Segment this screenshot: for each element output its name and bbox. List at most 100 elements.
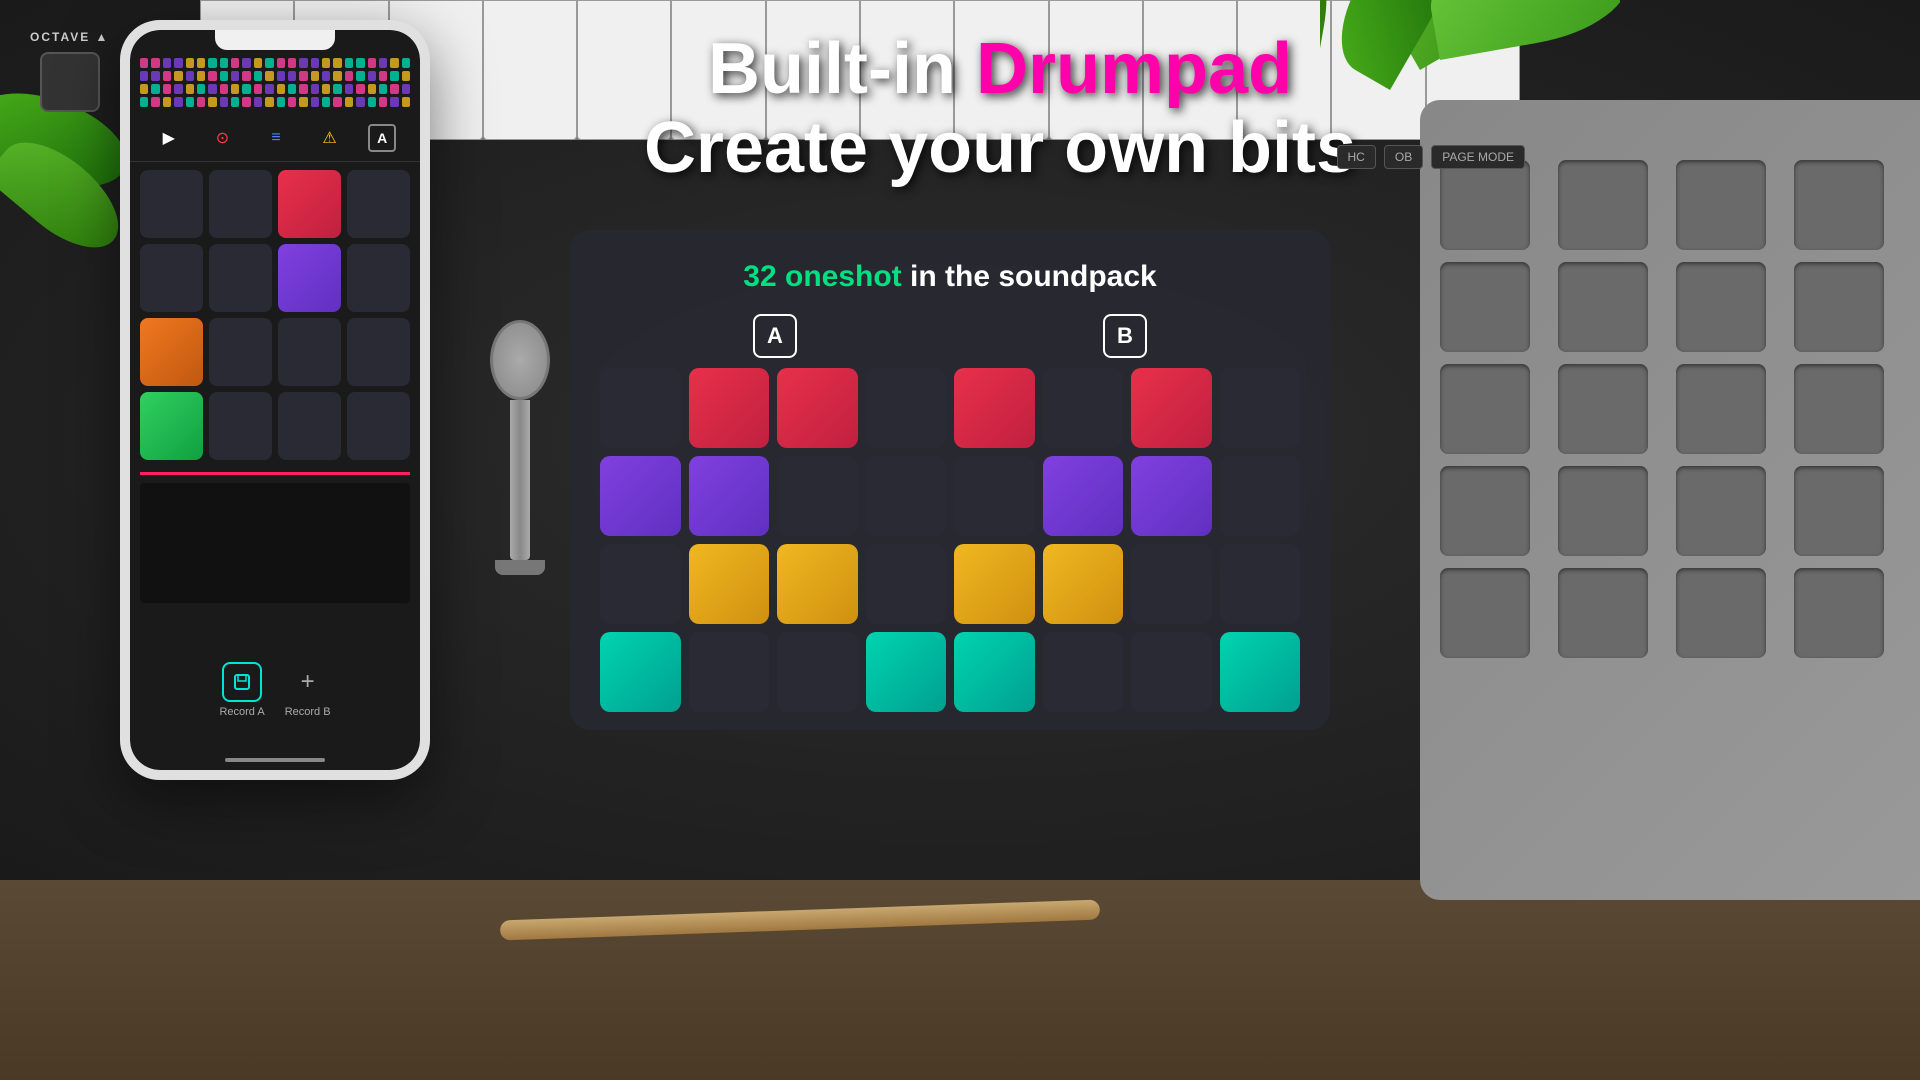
hc-mode-button[interactable]: HC (1337, 145, 1376, 169)
overlay-pad[interactable] (866, 544, 947, 624)
seq-dot[interactable] (333, 97, 341, 107)
seq-dot[interactable] (174, 97, 182, 107)
seq-dot[interactable] (265, 84, 273, 94)
seq-dot[interactable] (345, 97, 353, 107)
seq-dot[interactable] (345, 71, 353, 81)
dp-pad[interactable] (1676, 364, 1766, 454)
dp-pad[interactable] (1794, 262, 1884, 352)
seq-dot[interactable] (368, 71, 376, 81)
seq-dot[interactable] (368, 84, 376, 94)
seq-dot[interactable] (140, 84, 148, 94)
seq-dot[interactable] (322, 97, 330, 107)
overlay-pad-teal[interactable] (954, 632, 1035, 712)
overlay-pad[interactable] (1220, 544, 1301, 624)
seq-dot[interactable] (174, 58, 182, 68)
seq-dot[interactable] (242, 84, 250, 94)
seq-dot[interactable] (299, 84, 307, 94)
dp-pad[interactable] (1440, 466, 1530, 556)
seq-dot[interactable] (379, 84, 387, 94)
overlay-pad-pink[interactable] (1131, 368, 1212, 448)
seq-dot[interactable] (333, 58, 341, 68)
seq-dot[interactable] (231, 84, 239, 94)
dp-pad[interactable] (1558, 568, 1648, 658)
seq-dot[interactable] (231, 97, 239, 107)
seq-dot[interactable] (231, 58, 239, 68)
phone-pad[interactable] (347, 392, 410, 460)
overlay-pad-pink[interactable] (689, 368, 770, 448)
seq-dot[interactable] (163, 84, 171, 94)
seq-dot[interactable] (140, 71, 148, 81)
ob-mode-button[interactable]: OB (1384, 145, 1423, 169)
seq-dot[interactable] (151, 97, 159, 107)
dp-pad[interactable] (1794, 364, 1884, 454)
seq-dot[interactable] (242, 58, 250, 68)
phone-pad-purple[interactable] (278, 244, 341, 312)
seq-dot[interactable] (322, 84, 330, 94)
seq-dot[interactable] (390, 97, 398, 107)
seq-dot[interactable] (265, 71, 273, 81)
phone-pad[interactable] (209, 170, 272, 238)
phone-pad[interactable] (209, 318, 272, 386)
dp-pad[interactable] (1558, 466, 1648, 556)
octave-box[interactable] (40, 52, 100, 112)
phone-pad[interactable] (347, 318, 410, 386)
seq-dot[interactable] (151, 71, 159, 81)
seq-dot[interactable] (277, 71, 285, 81)
seq-dot[interactable] (277, 58, 285, 68)
overlay-pad-yellow[interactable] (689, 544, 770, 624)
seq-dot[interactable] (254, 97, 262, 107)
seq-dot[interactable] (299, 97, 307, 107)
seq-dot[interactable] (174, 84, 182, 94)
phone-pad[interactable] (140, 170, 203, 238)
dp-pad[interactable] (1676, 160, 1766, 250)
warning-icon[interactable]: ⚠ (315, 123, 345, 153)
overlay-pad-teal[interactable] (866, 632, 947, 712)
overlay-pad[interactable] (866, 456, 947, 536)
dp-pad[interactable] (1794, 568, 1884, 658)
seq-dot[interactable] (208, 58, 216, 68)
seq-dot[interactable] (390, 84, 398, 94)
seq-dot[interactable] (254, 58, 262, 68)
seq-dot[interactable] (220, 84, 228, 94)
phone-pad[interactable] (209, 392, 272, 460)
dp-pad[interactable] (1676, 568, 1766, 658)
seq-dot[interactable] (379, 71, 387, 81)
phone-pad-orange[interactable] (140, 318, 203, 386)
overlay-pad-pink[interactable] (777, 368, 858, 448)
dp-pad[interactable] (1676, 466, 1766, 556)
overlay-pad[interactable] (866, 368, 947, 448)
seq-dot[interactable] (242, 97, 250, 107)
dp-pad[interactable] (1794, 160, 1884, 250)
seq-dot[interactable] (311, 84, 319, 94)
seq-dot[interactable] (265, 97, 273, 107)
record-a-icon[interactable] (222, 662, 262, 702)
overlay-pad-yellow[interactable] (954, 544, 1035, 624)
seq-dot[interactable] (254, 84, 262, 94)
a-mode-button[interactable]: A (368, 124, 396, 152)
phone-pad[interactable] (140, 244, 203, 312)
overlay-pad[interactable] (1131, 632, 1212, 712)
seq-dot[interactable] (345, 84, 353, 94)
seq-dot[interactable] (379, 58, 387, 68)
seq-dot[interactable] (140, 58, 148, 68)
seq-dot[interactable] (197, 71, 205, 81)
phone-pad[interactable] (278, 392, 341, 460)
record-a-button[interactable]: Record A (219, 662, 264, 718)
seq-dot[interactable] (265, 58, 273, 68)
dp-pad[interactable] (1558, 262, 1648, 352)
dp-pad[interactable] (1676, 262, 1766, 352)
seq-dot[interactable] (220, 71, 228, 81)
seq-dot[interactable] (333, 84, 341, 94)
plus-icon[interactable]: + (288, 662, 328, 702)
phone-pad[interactable] (278, 318, 341, 386)
seq-dot[interactable] (208, 71, 216, 81)
seq-dot[interactable] (322, 58, 330, 68)
seq-dot[interactable] (311, 71, 319, 81)
phone-pad[interactable] (209, 244, 272, 312)
seq-dot[interactable] (277, 84, 285, 94)
overlay-pad-purple[interactable] (689, 456, 770, 536)
seq-dot[interactable] (186, 58, 194, 68)
seq-dot[interactable] (186, 97, 194, 107)
seq-dot[interactable] (368, 58, 376, 68)
seq-dot[interactable] (140, 97, 148, 107)
